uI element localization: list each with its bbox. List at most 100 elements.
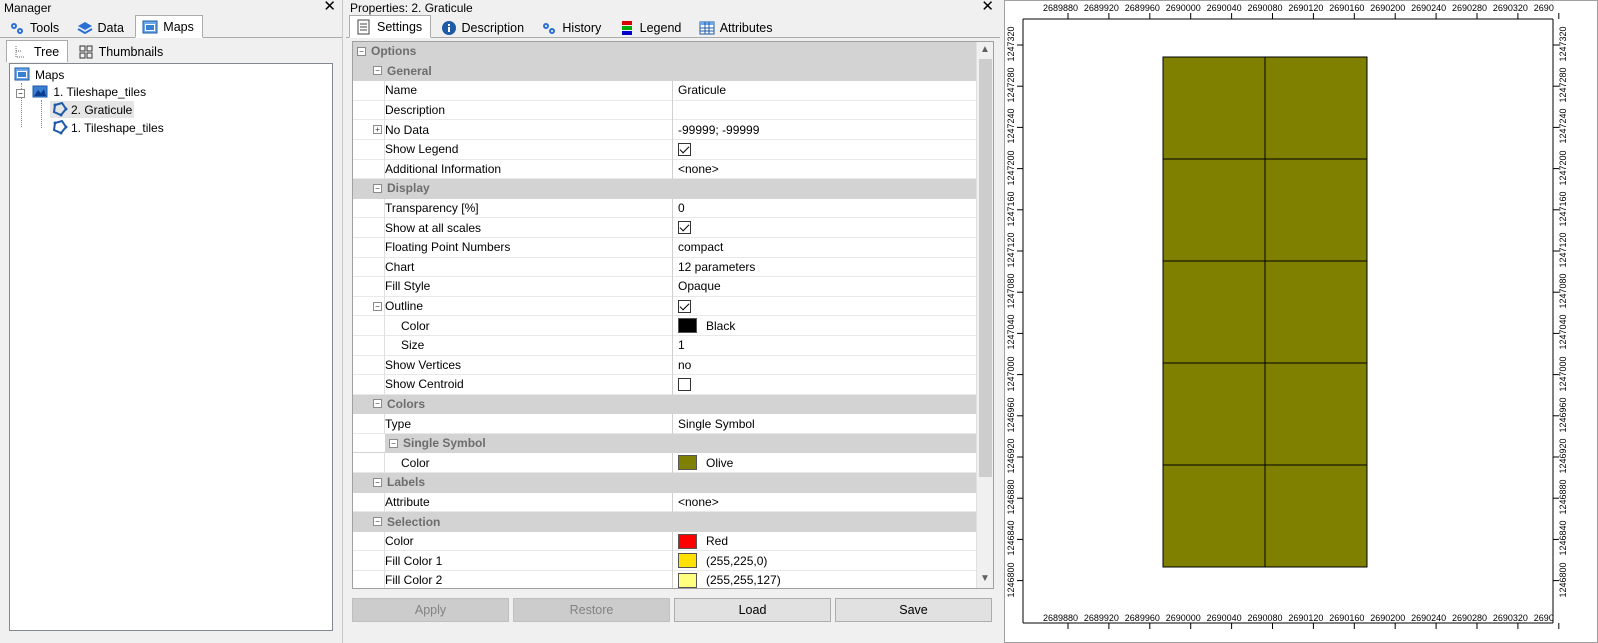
- row-value[interactable]: Black: [674, 316, 735, 335]
- row-value[interactable]: Olive: [674, 453, 733, 472]
- row-floating-point[interactable]: Floating Point Numbers compact: [353, 237, 993, 258]
- close-icon[interactable]: ✕: [981, 0, 994, 15]
- vertical-scrollbar[interactable]: ▲ ▼: [976, 42, 993, 588]
- map-view[interactable]: 2689880 2689880 2689920 2689920 2689960 26899…: [1004, 0, 1598, 643]
- graticule-cell[interactable]: [1264, 362, 1368, 466]
- tab-legend[interactable]: Legend: [613, 17, 690, 38]
- graticule-cell[interactable]: [1264, 260, 1368, 364]
- scrollbar-thumb[interactable]: [979, 59, 992, 477]
- category-general[interactable]: − General: [353, 61, 993, 82]
- expand-icon[interactable]: +: [373, 125, 382, 135]
- outline-checkbox[interactable]: [678, 299, 691, 313]
- show-all-scales-checkbox[interactable]: [678, 221, 691, 235]
- subtab-tree[interactable]: Tree: [6, 40, 69, 62]
- show-legend-checkbox[interactable]: [678, 142, 691, 156]
- collapse-icon[interactable]: −: [373, 66, 382, 76]
- row-type[interactable]: Type Single Symbol: [353, 414, 993, 434]
- row-value[interactable]: [674, 375, 691, 394]
- scroll-down-icon[interactable]: ▼: [980, 573, 990, 584]
- tab-data[interactable]: Data: [71, 17, 132, 38]
- tab-maps[interactable]: Maps: [135, 15, 203, 38]
- show-centroid-checkbox[interactable]: [678, 377, 691, 391]
- row-value[interactable]: Graticule: [674, 81, 726, 100]
- graticule-cell[interactable]: [1162, 362, 1266, 466]
- row-outline[interactable]: − Outline: [353, 296, 993, 317]
- row-chart[interactable]: Chart 12 parameters: [353, 257, 993, 278]
- tab-tools[interactable]: Tools: [3, 17, 67, 38]
- row-nodata[interactable]: + No Data -99999; -99999: [353, 120, 993, 140]
- tab-settings[interactable]: Settings: [349, 15, 432, 38]
- row-outline-color[interactable]: Color Black: [353, 316, 993, 336]
- collapse-icon[interactable]: −: [373, 477, 382, 487]
- category-options[interactable]: − Options: [353, 42, 993, 62]
- row-show-vertices[interactable]: Show Vertices no: [353, 355, 993, 376]
- row-outline-size[interactable]: Size 1: [353, 335, 993, 356]
- tree-item-tileshape[interactable]: 1. Tileshape_tiles: [52, 119, 164, 136]
- row-show-all-scales[interactable]: Show at all scales: [353, 218, 993, 238]
- row-value[interactable]: Opaque: [674, 277, 721, 296]
- row-additional-info[interactable]: Additional Information <none>: [353, 159, 993, 180]
- category-display[interactable]: − Display: [353, 179, 993, 199]
- tab-attributes[interactable]: Attributes: [693, 17, 781, 38]
- row-fill-color-1[interactable]: Fill Color 1 (255,225,0): [353, 551, 993, 572]
- row-fill-color-2[interactable]: Fill Color 2 (255,255,127): [353, 571, 993, 588]
- row-value[interactable]: -99999; -99999: [674, 120, 759, 139]
- row-value[interactable]: Single Symbol: [674, 414, 755, 433]
- graticule-cell[interactable]: [1264, 464, 1368, 568]
- row-description[interactable]: Description: [353, 100, 993, 121]
- row-value[interactable]: <none>: [674, 493, 719, 512]
- row-value[interactable]: 12 parameters: [674, 258, 755, 277]
- collapse-icon[interactable]: −: [357, 46, 366, 56]
- collapse-icon[interactable]: −: [373, 301, 382, 311]
- row-fill-style[interactable]: Fill Style Opaque: [353, 277, 993, 297]
- map-svg[interactable]: [1005, 1, 1597, 642]
- row-value[interactable]: Red: [674, 532, 728, 551]
- row-value[interactable]: 0: [674, 199, 685, 218]
- scroll-up-icon[interactable]: ▲: [980, 44, 990, 55]
- row-name[interactable]: Name Graticule: [353, 81, 993, 101]
- row-value[interactable]: [674, 101, 678, 120]
- row-value[interactable]: [674, 218, 691, 237]
- tree-item-map[interactable]: − 1. Tileshape_tiles: [16, 83, 146, 100]
- collapse-icon[interactable]: −: [16, 89, 25, 98]
- collapse-icon[interactable]: −: [373, 517, 382, 527]
- row-show-legend[interactable]: Show Legend: [353, 139, 993, 160]
- row-value[interactable]: 1: [674, 336, 685, 355]
- graticule-cell[interactable]: [1162, 158, 1266, 262]
- row-selection-color[interactable]: Color Red: [353, 531, 993, 552]
- row-attribute[interactable]: Attribute <none>: [353, 492, 993, 513]
- row-value[interactable]: no: [674, 356, 691, 375]
- row-transparency[interactable]: Transparency [%] 0: [353, 198, 993, 219]
- collapse-icon[interactable]: −: [373, 399, 382, 409]
- graticule-cells[interactable]: [1162, 56, 1368, 568]
- tab-history[interactable]: History: [535, 17, 609, 38]
- row-show-centroid[interactable]: Show Centroid: [353, 375, 993, 395]
- row-value[interactable]: [674, 140, 691, 159]
- category-single-symbol[interactable]: − Single Symbol: [353, 433, 993, 454]
- restore-button[interactable]: Restore: [513, 598, 670, 622]
- subtab-thumbnails[interactable]: Thumbnails: [72, 42, 172, 62]
- graticule-cell[interactable]: [1162, 260, 1266, 364]
- close-icon[interactable]: ✕: [323, 0, 336, 15]
- row-symbol-color[interactable]: Color Olive: [353, 453, 993, 474]
- graticule-cell[interactable]: [1162, 56, 1266, 160]
- graticule-cell[interactable]: [1264, 56, 1368, 160]
- map-canvas[interactable]: 2689880 2689880 2689920 2689920 2689960 26899…: [1004, 0, 1598, 643]
- save-button[interactable]: Save: [835, 598, 992, 622]
- category-selection[interactable]: − Selection: [353, 512, 993, 532]
- category-labels[interactable]: − Labels: [353, 473, 993, 493]
- row-value[interactable]: (255,255,127): [674, 571, 781, 588]
- graticule-cell[interactable]: [1264, 158, 1368, 262]
- row-value[interactable]: [674, 297, 691, 316]
- row-value[interactable]: <none>: [674, 160, 719, 179]
- collapse-icon[interactable]: −: [389, 438, 398, 448]
- row-value[interactable]: compact: [674, 238, 723, 257]
- collapse-icon[interactable]: −: [373, 183, 382, 193]
- category-colors[interactable]: − Colors: [353, 394, 993, 415]
- load-button[interactable]: Load: [674, 598, 831, 622]
- tree-item-graticule[interactable]: 2. Graticule: [50, 101, 135, 118]
- row-value[interactable]: (255,225,0): [674, 551, 767, 570]
- tree-item-maps-root[interactable]: Maps: [14, 66, 64, 83]
- graticule-cell[interactable]: [1162, 464, 1266, 568]
- tab-description[interactable]: Description: [435, 17, 533, 38]
